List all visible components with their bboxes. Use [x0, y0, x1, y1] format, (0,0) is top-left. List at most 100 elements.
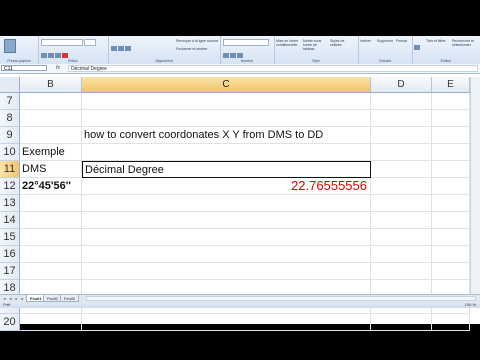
grid-cell[interactable] — [20, 195, 82, 212]
grid-cell[interactable] — [82, 314, 371, 331]
row-header[interactable]: 14 — [0, 212, 20, 229]
row-header[interactable]: 16 — [0, 246, 20, 263]
sort-filter-button[interactable]: Trier et filtrer — [426, 39, 450, 43]
sheet-tab-3[interactable]: Feuil3 — [60, 295, 79, 302]
column-header-d[interactable]: D — [371, 77, 432, 93]
insert-button[interactable]: Insérer — [360, 39, 376, 43]
grid-cell[interactable] — [20, 229, 82, 246]
grid-cell[interactable] — [432, 93, 470, 110]
grid-cell[interactable] — [371, 144, 432, 161]
merge-center-button[interactable]: Fusionner et centrer — [176, 47, 218, 51]
grid-cell[interactable] — [20, 246, 82, 263]
align-top-icon[interactable] — [111, 46, 117, 52]
delete-button[interactable]: Supprimer — [377, 39, 395, 43]
zoom-level[interactable]: 100 % — [465, 302, 476, 308]
grid-cell[interactable] — [432, 161, 470, 178]
grid-cell[interactable] — [82, 144, 371, 161]
column-header-c[interactable]: C — [82, 77, 371, 93]
grid-cell[interactable] — [20, 127, 82, 144]
grid-cell[interactable] — [82, 212, 371, 229]
grid-cell[interactable] — [371, 229, 432, 246]
percent-icon[interactable] — [230, 53, 236, 59]
grid-cell[interactable] — [20, 93, 82, 110]
bold-icon[interactable] — [41, 53, 47, 59]
grid-cell[interactable] — [432, 178, 470, 195]
grid-cell[interactable] — [82, 229, 371, 246]
grid-cell[interactable] — [82, 263, 371, 280]
grid-cell[interactable] — [20, 263, 82, 280]
conditional-format-button[interactable]: Mise en forme conditionnelle — [276, 39, 302, 47]
grid-cell[interactable] — [82, 93, 371, 110]
cell-styles-button[interactable]: Styles de cellules — [330, 39, 356, 47]
grid-cell[interactable] — [371, 110, 432, 127]
currency-icon[interactable] — [223, 53, 229, 59]
grid-cell[interactable] — [432, 127, 470, 144]
font-color-icon[interactable] — [62, 53, 68, 59]
row-header[interactable]: 8 — [0, 110, 20, 127]
row-header[interactable]: 9 — [0, 127, 20, 144]
next-sheet-icon[interactable]: ▸ — [14, 296, 19, 301]
grid-cell[interactable] — [371, 246, 432, 263]
name-box[interactable]: C11 — [1, 65, 47, 72]
last-sheet-icon[interactable]: ▸ — [20, 296, 25, 301]
grid-cell[interactable] — [432, 110, 470, 127]
number-format-select[interactable] — [223, 39, 269, 46]
cell-c9[interactable]: how to convert coordonates X Y from DMS … — [82, 127, 371, 144]
grid-cell[interactable] — [371, 212, 432, 229]
grid-cell[interactable] — [371, 127, 432, 144]
wrap-text-button[interactable]: Renvoyer à la ligne automatiquement — [176, 39, 218, 43]
grid-cell[interactable] — [20, 212, 82, 229]
grid-cell[interactable] — [432, 144, 470, 161]
font-name-select[interactable] — [41, 39, 83, 46]
align-middle-icon[interactable] — [118, 46, 124, 52]
grid-cell[interactable] — [82, 195, 371, 212]
grid-cell[interactable] — [432, 229, 470, 246]
row-header[interactable]: 15 — [0, 229, 20, 246]
row-header[interactable]: 11 — [0, 161, 20, 178]
row-header[interactable]: 12 — [0, 178, 20, 195]
format-table-button[interactable]: Mettre sous forme de tableau — [303, 39, 329, 51]
column-header-b[interactable]: B — [20, 77, 82, 93]
horizontal-scrollbar[interactable] — [86, 296, 476, 301]
vertical-scrollbar[interactable] — [470, 77, 480, 294]
align-bottom-icon[interactable] — [125, 46, 131, 52]
first-sheet-icon[interactable]: ◂ — [2, 296, 7, 301]
cell-c11[interactable]: Décimal Degree — [82, 161, 371, 178]
grid-cell[interactable] — [371, 161, 432, 178]
row-header[interactable]: 17 — [0, 263, 20, 280]
cell-b12[interactable]: 22°45'56'' — [20, 178, 82, 195]
cell-b11[interactable]: DMS — [20, 161, 82, 178]
cell-c12[interactable]: 22.76555556 — [82, 178, 371, 195]
row-header[interactable]: 20 — [0, 314, 20, 331]
fx-icon[interactable]: fx — [56, 65, 68, 72]
grid-cell[interactable] — [371, 314, 432, 331]
grid-cell[interactable] — [432, 314, 470, 331]
prev-sheet-icon[interactable]: ◂ — [8, 296, 13, 301]
row-header[interactable]: 7 — [0, 93, 20, 110]
paste-icon[interactable] — [4, 39, 16, 53]
underline-icon[interactable] — [55, 53, 61, 59]
grid-cell[interactable] — [371, 263, 432, 280]
grid-cell[interactable] — [82, 246, 371, 263]
cell-b10[interactable]: Exemple — [20, 144, 82, 161]
italic-icon[interactable] — [48, 53, 54, 59]
grid-cell[interactable] — [20, 110, 82, 127]
grid-cell[interactable] — [371, 195, 432, 212]
grid-cell[interactable] — [371, 178, 432, 195]
grid-cell[interactable] — [432, 263, 470, 280]
comma-icon[interactable] — [237, 53, 243, 59]
grid-cell[interactable] — [20, 314, 82, 331]
grid-cell[interactable] — [432, 246, 470, 263]
formula-input[interactable]: Décimal Degree — [68, 65, 478, 72]
grid-cell[interactable] — [432, 195, 470, 212]
grid-cell[interactable] — [371, 93, 432, 110]
find-select-button[interactable]: Rechercher et sélectionner — [452, 39, 478, 47]
format-button[interactable]: Format — [396, 39, 410, 43]
select-all-corner[interactable] — [0, 77, 20, 93]
sum-icon[interactable] — [414, 45, 420, 51]
row-header[interactable]: 13 — [0, 195, 20, 212]
grid-cell[interactable] — [432, 212, 470, 229]
row-header[interactable]: 10 — [0, 144, 20, 161]
font-size-select[interactable] — [84, 39, 96, 46]
column-header-e[interactable]: E — [432, 77, 470, 93]
